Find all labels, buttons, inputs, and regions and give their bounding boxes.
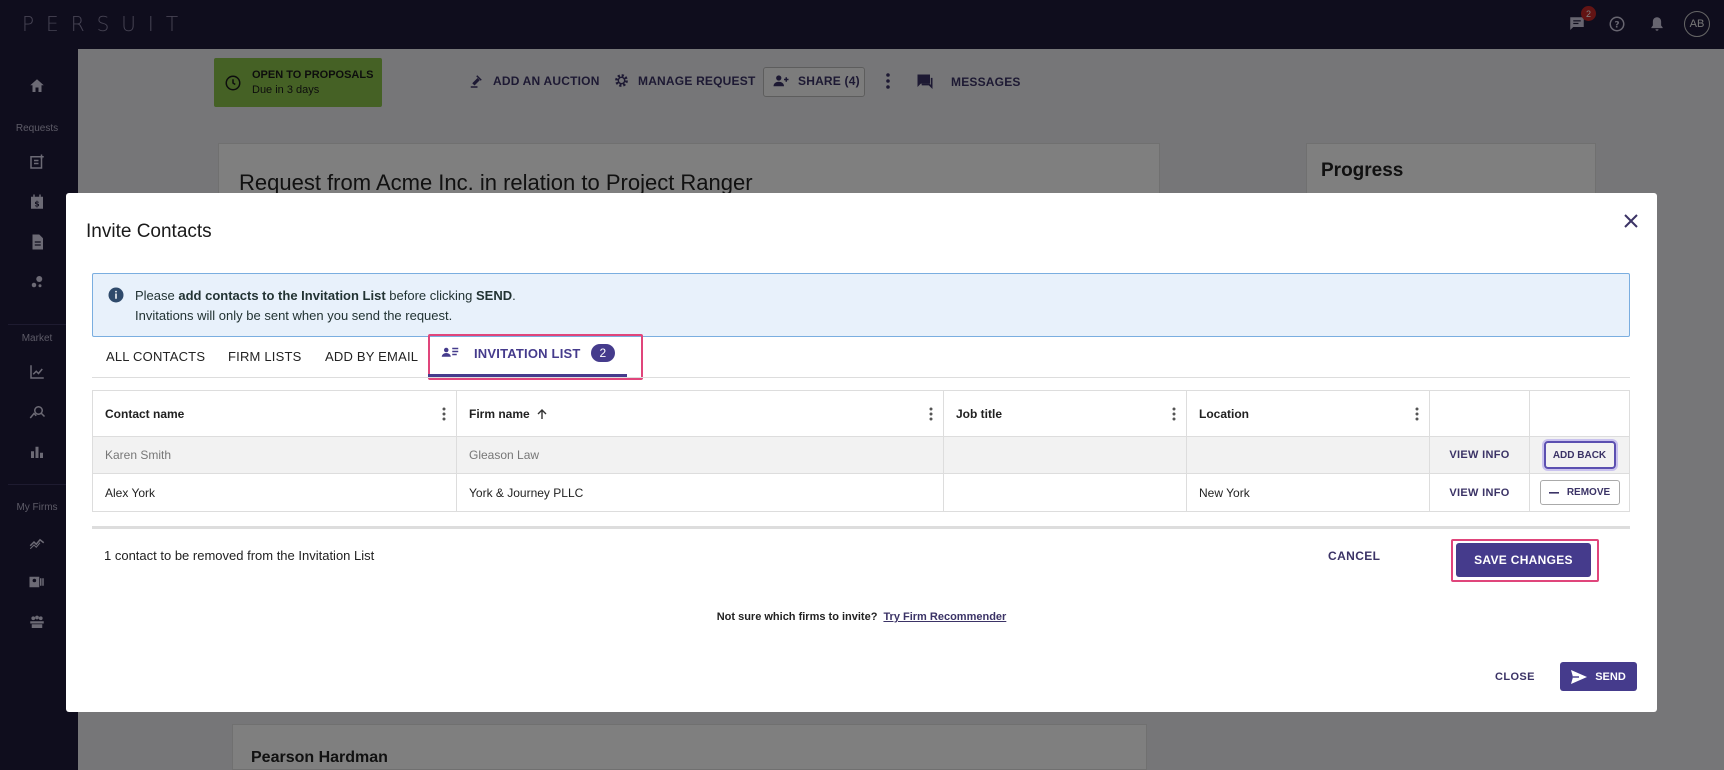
column-header-blank <box>1430 391 1530 436</box>
info-banner: Please add contacts to the Invitation Li… <box>92 273 1630 337</box>
column-header-label: Job title <box>956 406 1003 421</box>
info-text-part: Please <box>135 288 179 303</box>
tab-add-by-email[interactable]: ADD BY EMAIL <box>325 349 418 364</box>
invite-contacts-dialog: Invite Contacts Please add contacts to t… <box>66 193 1657 712</box>
add-back-button[interactable]: ADD BACK <box>1543 441 1616 469</box>
view-info-button[interactable]: VIEW INFO <box>1449 449 1509 461</box>
sort-ascending-icon[interactable] <box>536 408 548 420</box>
tab-invitation-label: INVITATION LIST <box>474 345 581 361</box>
send-label: SEND <box>1595 670 1626 683</box>
cell-job-title <box>944 474 1187 511</box>
column-header-blank <box>1530 391 1629 436</box>
remove-button[interactable]: REMOVE <box>1539 480 1620 505</box>
minus-icon <box>1548 491 1559 494</box>
tab-invitation-list[interactable]: INVITATION LIST 2 <box>440 344 616 362</box>
contact-list-icon <box>441 347 459 357</box>
tab-firm-lists[interactable]: FIRM LISTS <box>228 349 302 364</box>
recommender-question: Not sure which firms to invite? <box>716 611 878 623</box>
info-text-bold: add contacts to the Invitation List <box>178 288 386 303</box>
column-menu-icon[interactable] <box>1415 407 1419 421</box>
close-button[interactable]: CLOSE <box>1495 671 1535 683</box>
column-header-label: Contact name <box>105 406 185 421</box>
cancel-button[interactable]: CANCEL <box>1328 549 1380 563</box>
firm-recommender-link[interactable]: Try Firm Recommender <box>883 611 1006 623</box>
info-text-bold: SEND <box>476 288 513 303</box>
column-header-contact[interactable]: Contact name <box>93 391 457 436</box>
send-icon <box>1571 669 1588 684</box>
cell-firm: Gleason Law <box>457 437 944 473</box>
column-header-location[interactable]: Location <box>1187 391 1430 436</box>
pending-changes-message: 1 contact to be removed from the Invitat… <box>104 548 375 563</box>
tab-all-contacts[interactable]: ALL CONTACTS <box>106 349 205 364</box>
cell-action: REMOVE <box>1530 474 1629 511</box>
info-text-line2: Invitations will only be sent when you s… <box>135 308 453 323</box>
close-icon[interactable] <box>1619 209 1643 233</box>
cell-firm: York & Journey PLLC <box>457 474 944 511</box>
table-row: Alex York York & Journey PLLC New York V… <box>93 474 1629 511</box>
invitation-table: Contact name Firm name Job title Locatio… <box>92 390 1630 512</box>
firm-recommender-prompt: Not sure which firms to invite? Try Firm … <box>66 611 1657 623</box>
cell-location: New York <box>1187 474 1430 511</box>
cell-view-info: VIEW INFO <box>1430 437 1530 473</box>
column-menu-icon[interactable] <box>929 407 933 421</box>
info-text-part: before clicking <box>385 288 476 303</box>
info-text: Please add contacts to the Invitation Li… <box>135 286 516 326</box>
column-menu-icon[interactable] <box>442 407 446 421</box>
table-header: Contact name Firm name Job title Locatio… <box>93 391 1629 437</box>
cell-action: ADD BACK <box>1530 437 1629 473</box>
column-header-label: Location <box>1199 406 1249 421</box>
column-menu-icon[interactable] <box>1172 407 1176 421</box>
cell-contact: Karen Smith <box>93 437 457 473</box>
info-text-part: . <box>512 288 516 303</box>
send-button[interactable]: SEND <box>1560 662 1637 691</box>
cell-contact: Alex York <box>93 474 457 511</box>
pending-changes-bar: 1 contact to be removed from the Invitat… <box>92 526 1630 582</box>
table-row: Karen Smith Gleason Law VIEW INFO ADD BA… <box>93 437 1629 474</box>
invitation-count-badge: 2 <box>590 344 616 362</box>
remove-label: REMOVE <box>1566 487 1611 498</box>
column-header-firm[interactable]: Firm name <box>457 391 944 436</box>
info-icon <box>108 287 124 303</box>
cell-job-title <box>944 437 1187 473</box>
column-header-job-title[interactable]: Job title <box>944 391 1187 436</box>
save-changes-button[interactable]: SAVE CHANGES <box>1456 543 1591 577</box>
dialog-title: Invite Contacts <box>86 221 212 242</box>
cell-view-info: VIEW INFO <box>1430 474 1530 511</box>
view-info-button[interactable]: VIEW INFO <box>1449 487 1509 499</box>
tab-divider <box>92 377 1630 378</box>
cell-location <box>1187 437 1430 473</box>
column-header-label: Firm name <box>469 406 530 421</box>
